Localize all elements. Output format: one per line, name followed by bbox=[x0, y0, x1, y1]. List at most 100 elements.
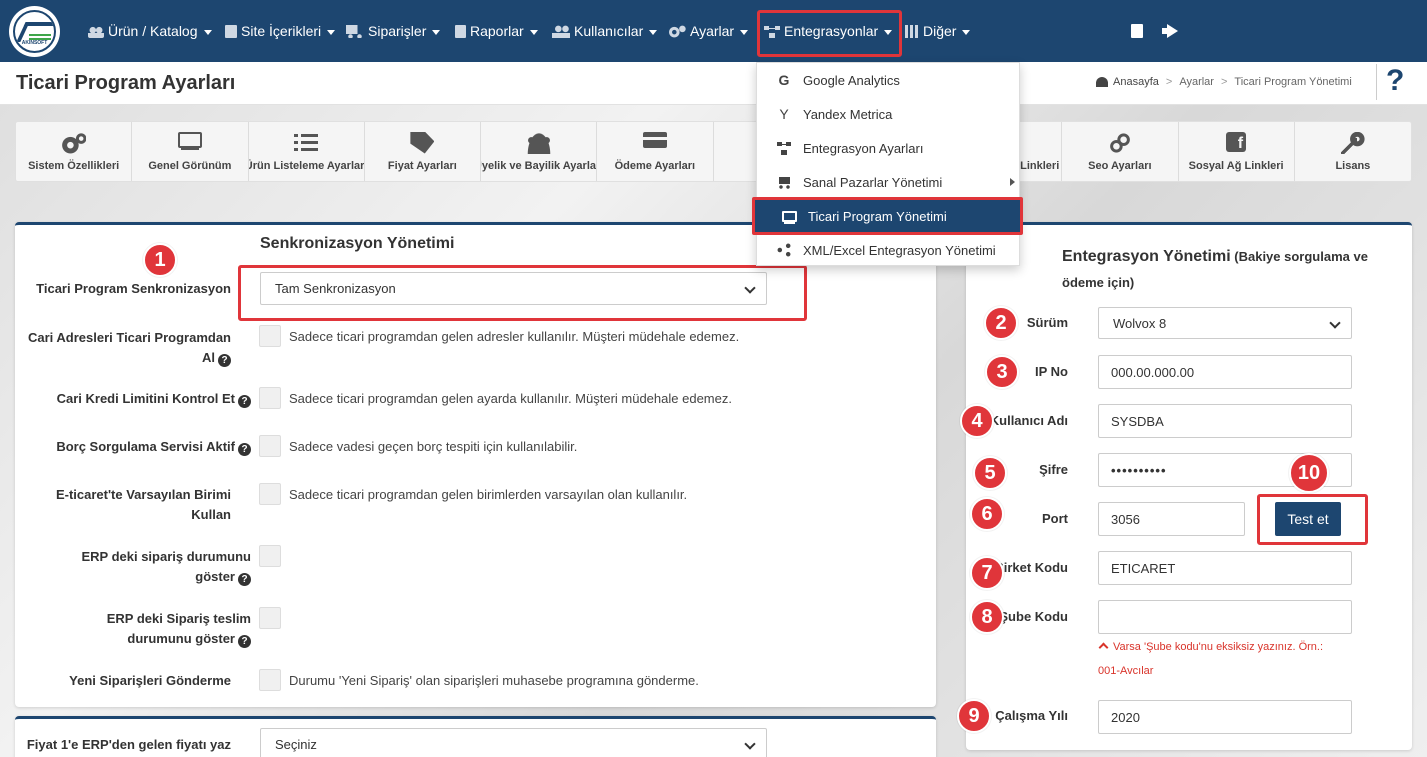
row-label-cari-adres: Cari Adresleri Ticari Programdan Al? bbox=[27, 330, 231, 367]
toolbar-lisans[interactable]: Lisans bbox=[1295, 122, 1411, 181]
caret-down-icon bbox=[529, 29, 538, 35]
nav-diger[interactable]: Diğer bbox=[905, 0, 971, 62]
breadcrumb-current: Ticari Program Yönetimi bbox=[1234, 76, 1352, 88]
row-text-borc-sorgulama: Sadece vadesi geçen borç tespiti için ku… bbox=[289, 439, 578, 454]
submenu-caret-icon bbox=[1010, 178, 1015, 186]
copy-icon bbox=[225, 24, 237, 38]
branch-code-input[interactable] bbox=[1098, 600, 1352, 634]
nav-ayarlar[interactable]: Ayarlar bbox=[668, 0, 749, 62]
toolbar-seo-ayarlari[interactable]: Seo Ayarları bbox=[1062, 122, 1179, 181]
checkbox-varsayilan-birim[interactable] bbox=[259, 483, 281, 505]
row-label-erp-teslim-durum: ERP deki Sipariş teslim durumunu göster? bbox=[106, 611, 251, 648]
checkbox-borc-sorgulama[interactable] bbox=[259, 435, 281, 457]
row-label-erp-siparis-durum: ERP deki sipariş durumunu göster? bbox=[81, 549, 251, 586]
help-icon[interactable]: ? bbox=[1386, 64, 1404, 98]
row-text-varsayilan-birim: Sadece ticari programdan gelen birimlerd… bbox=[289, 487, 688, 502]
sync-section-title: Senkronizasyon Yönetimi bbox=[260, 235, 455, 252]
checkbox-cari-adres[interactable] bbox=[259, 325, 281, 347]
breadcrumb-home[interactable]: Anasayfa bbox=[1113, 76, 1159, 88]
grid-icon bbox=[905, 24, 919, 38]
caret-down-icon bbox=[432, 29, 441, 35]
entegrasyonlar-dropdown: G Google Analytics Y Yandex Metrica Entegr… bbox=[756, 62, 1020, 266]
row-text-cari-adres: Sadece ticari programdan gelen adresler … bbox=[289, 329, 740, 344]
link-icon bbox=[1107, 131, 1132, 154]
menu-google-analytics[interactable]: G Google Analytics bbox=[757, 63, 1021, 97]
price-select[interactable]: Seçiniz bbox=[260, 728, 767, 757]
ip-input[interactable]: 000.00.000.00 bbox=[1098, 355, 1352, 389]
chevron-up-icon bbox=[1098, 642, 1109, 653]
tags-icon bbox=[410, 131, 435, 154]
nav-site-icerikleri[interactable]: Site İçerikleri bbox=[225, 0, 336, 62]
question-circle-icon[interactable]: ? bbox=[238, 443, 251, 456]
nav-siparisler[interactable]: Siparişler bbox=[346, 0, 441, 62]
nav-kullanicilar[interactable]: Kullanıcılar bbox=[552, 0, 658, 62]
users-icon bbox=[552, 24, 570, 38]
sitemap-icon bbox=[777, 141, 791, 155]
key-icon bbox=[1340, 131, 1365, 154]
breadcrumb-ayarlar[interactable]: Ayarlar bbox=[1179, 76, 1214, 88]
users-group-icon bbox=[88, 24, 104, 38]
book-icon[interactable] bbox=[1131, 24, 1143, 38]
row-label-borc-sorgulama: Borç Sorgulama Servisi Aktif? bbox=[15, 437, 251, 457]
logo-mark-icon: AKINSOFT bbox=[13, 10, 56, 53]
bullhorn-icon[interactable] bbox=[1162, 24, 1179, 38]
page-title: Ticari Program Ayarları bbox=[16, 72, 236, 94]
toolbar-fiyat-ayarlari[interactable]: Fiyat Ayarları bbox=[365, 122, 481, 181]
caret-down-icon bbox=[203, 29, 212, 35]
integration-title: Entegrasyon Yönetimi (Bakiye sorgulama v… bbox=[1062, 248, 1368, 290]
test-button-highlight bbox=[1257, 494, 1368, 545]
badge-5: 5 bbox=[973, 456, 1007, 490]
toolbar-sistem-ozellikleri[interactable]: Sistem Özellikleri bbox=[16, 122, 133, 181]
badge-9: 9 bbox=[957, 699, 991, 733]
question-circle-icon[interactable]: ? bbox=[218, 354, 231, 367]
toolbar-sosyal-ag[interactable]: f Sosyal Ağ Linkleri bbox=[1179, 122, 1295, 181]
checkbox-erp-teslim-durum[interactable] bbox=[259, 607, 281, 629]
toolbar-odeme-ayarlari[interactable]: Ödeme Ayarları bbox=[597, 122, 714, 181]
branch-code-hint: Varsa 'Şube kodu'nu eksiksiz yazınız. Ör… bbox=[1098, 641, 1324, 677]
company-code-input[interactable]: ETICARET bbox=[1098, 551, 1352, 585]
port-input[interactable]: 3056 bbox=[1098, 502, 1245, 536]
menu-sanal-pazarlar[interactable]: Sanal Pazarlar Yönetimi bbox=[757, 165, 1021, 199]
top-navbar: AKINSOFT Ürün / Katalog Site İçerikleri … bbox=[0, 0, 1427, 62]
menu-xml-excel[interactable]: XML/Excel Entegrasyon Yönetimi bbox=[757, 233, 1021, 267]
toolbar-uyelik-bayilik[interactable]: Üyelik ve Bayilik Ayarları bbox=[481, 122, 598, 181]
truck-icon bbox=[346, 24, 364, 38]
sync-mode-label: Ticari Program Senkronizasyon bbox=[36, 281, 231, 296]
toolbar-urun-listeleme[interactable]: Ürün Listeleme Ayarları bbox=[249, 122, 365, 181]
menu-yandex-metrica[interactable]: Y Yandex Metrica bbox=[757, 97, 1021, 131]
question-circle-icon[interactable]: ? bbox=[238, 573, 251, 586]
badge-8: 8 bbox=[970, 600, 1004, 634]
checkbox-yeni-siparis[interactable] bbox=[259, 669, 281, 691]
chevron-down-icon bbox=[744, 738, 756, 750]
version-select[interactable]: Wolvox 8 bbox=[1098, 307, 1352, 339]
nav-urun-katalog[interactable]: Ürün / Katalog bbox=[88, 0, 212, 62]
facebook-icon: f bbox=[1226, 131, 1247, 152]
nav-raporlar[interactable]: Raporlar bbox=[455, 0, 538, 62]
checkbox-erp-siparis-durum[interactable] bbox=[259, 545, 281, 567]
akinsoft-logo[interactable]: AKINSOFT bbox=[9, 6, 60, 57]
users-icon bbox=[526, 131, 551, 154]
header-divider bbox=[1376, 64, 1377, 100]
laptop-icon bbox=[782, 210, 797, 222]
gears-icon bbox=[668, 24, 686, 38]
badge-1: 1 bbox=[143, 243, 177, 277]
menu-entegrasyon-ayarlari[interactable]: Entegrasyon Ayarları bbox=[757, 131, 1021, 165]
question-circle-icon[interactable]: ? bbox=[238, 395, 251, 408]
chevron-down-icon bbox=[1329, 317, 1341, 329]
toolbar-genel-gorunum[interactable]: Genel Görünüm bbox=[132, 122, 249, 181]
badge-4: 4 bbox=[960, 404, 994, 438]
menu-ticari-program[interactable]: Ticari Program Yönetimi bbox=[752, 197, 1023, 235]
checkbox-kredi-limit[interactable] bbox=[259, 387, 281, 409]
badge-7: 7 bbox=[970, 556, 1004, 590]
row-text-kredi-limit: Sadece ticari programdan gelen ayarda ku… bbox=[289, 391, 732, 406]
share-icon bbox=[777, 243, 791, 257]
price-label: Fiyat 1'e ERP'den gelen fiyatı yaz bbox=[26, 737, 231, 752]
username-input[interactable]: SYSDBA bbox=[1098, 404, 1352, 438]
row-label-yeni-siparis: Yeni Siparişleri Gönderme bbox=[69, 673, 231, 688]
caret-down-icon bbox=[327, 29, 336, 35]
row-label-varsayilan-birim: E-ticaret'te Varsayılan Birimi Kullan bbox=[55, 487, 231, 522]
question-circle-icon[interactable]: ? bbox=[238, 635, 251, 648]
settings-toolbar: Sistem Özellikleri Genel Görünüm Ürün Li… bbox=[15, 121, 1412, 182]
caret-down-icon bbox=[649, 29, 658, 35]
work-year-input[interactable]: 2020 bbox=[1098, 700, 1352, 734]
